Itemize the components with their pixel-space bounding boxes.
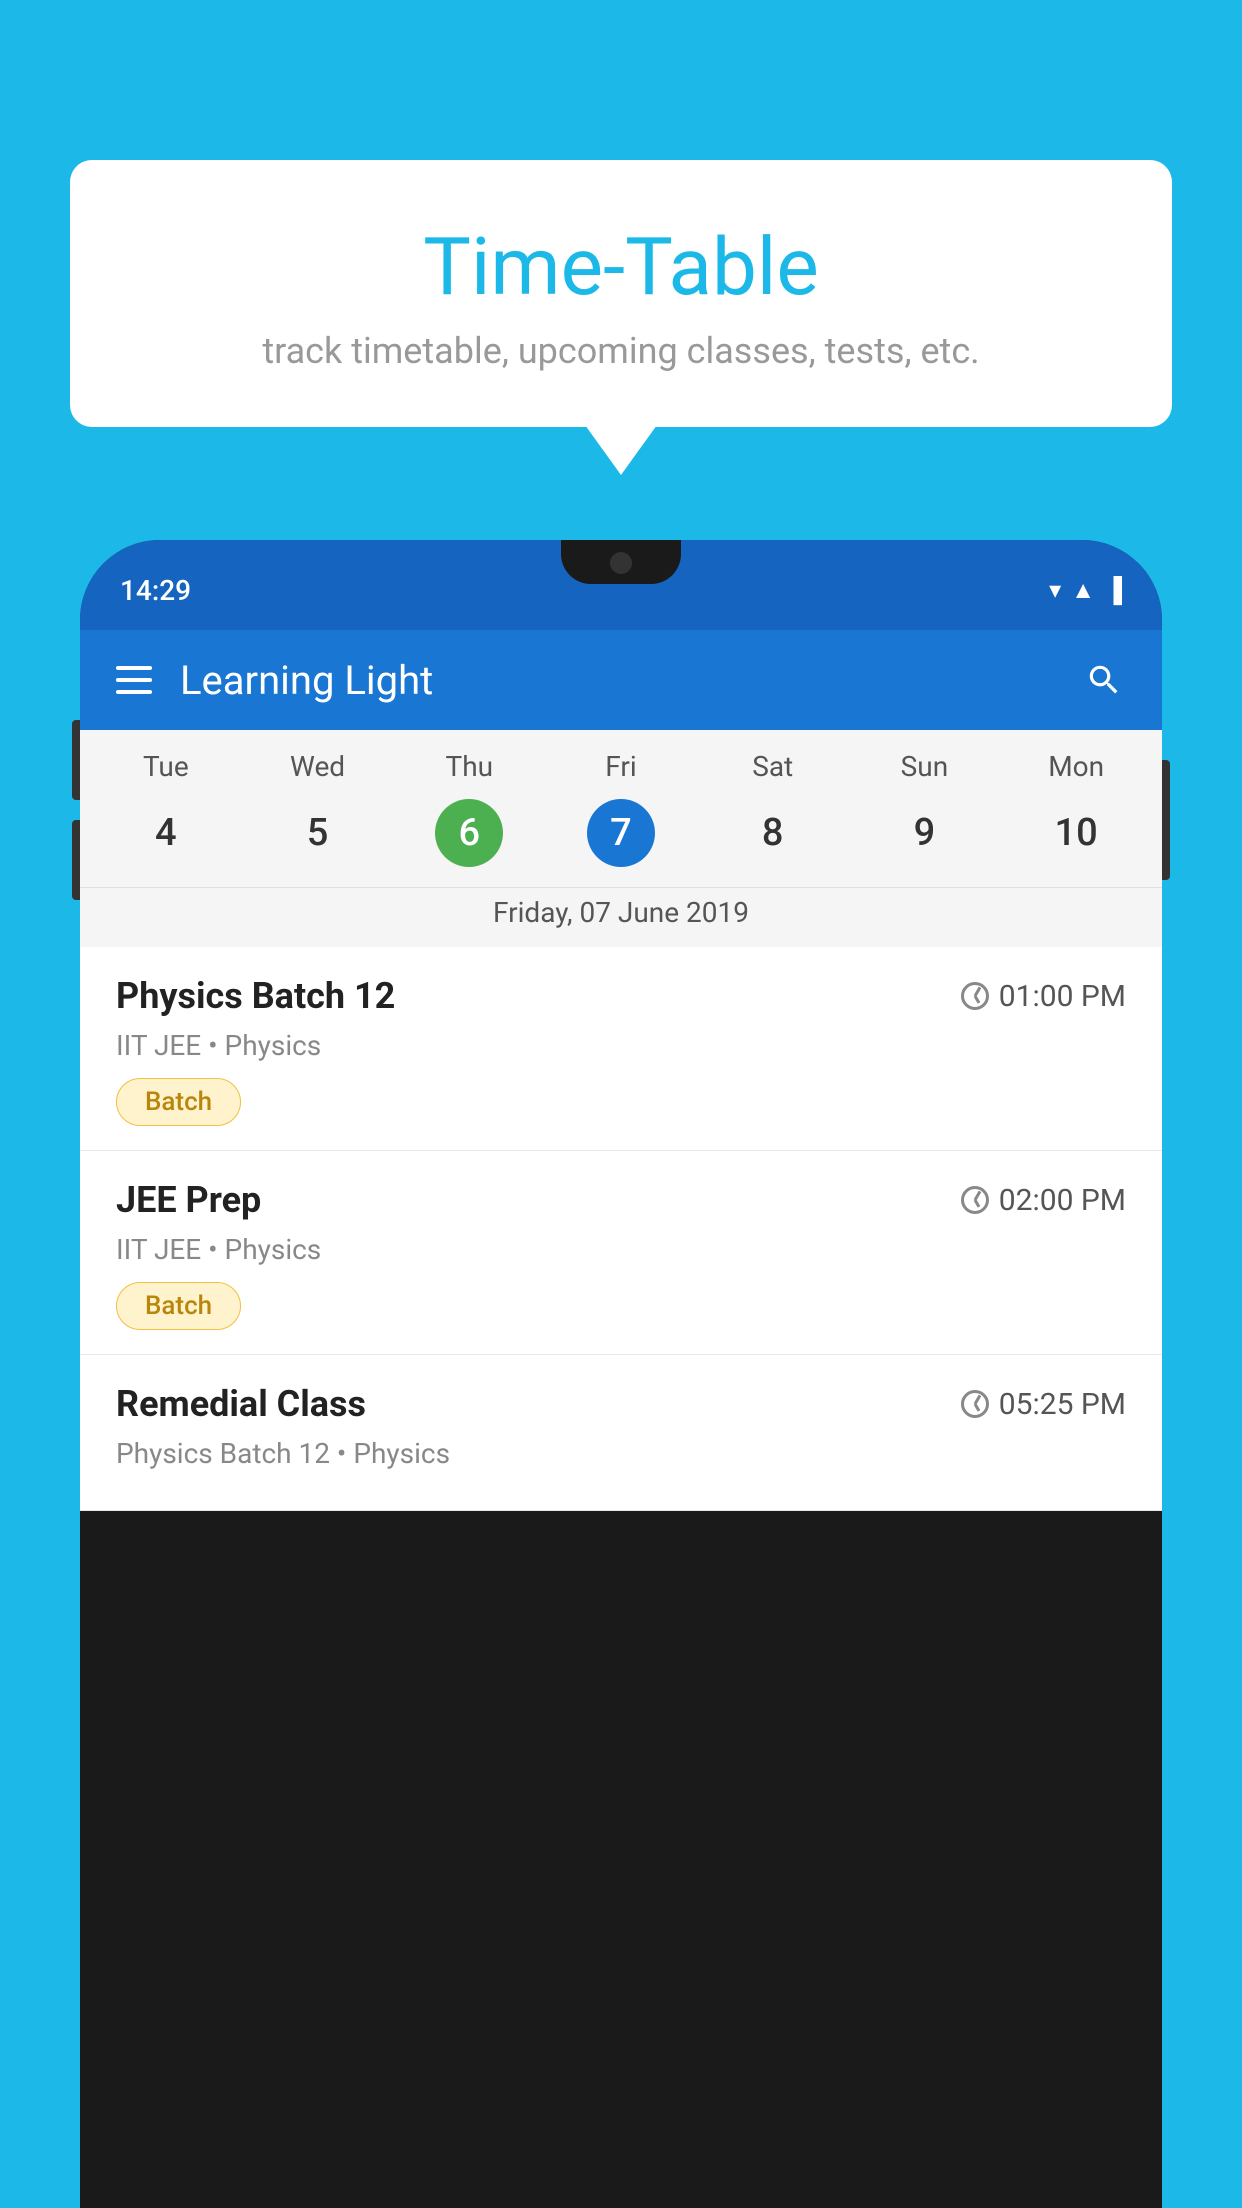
class-meta: IIT JEE • Physics: [116, 1029, 1126, 1062]
class-name: Remedial Class: [116, 1383, 366, 1425]
app-toolbar: Learning Light: [80, 630, 1162, 730]
phone-notch: [561, 540, 681, 584]
class-item-header: Remedial Class 05:25 PM: [116, 1383, 1126, 1425]
status-icons: ▾ ▲ ▐: [1049, 576, 1122, 605]
front-camera: [610, 552, 632, 574]
calendar-day-header: Wed: [242, 750, 394, 783]
calendar-date-number[interactable]: 6: [435, 799, 503, 867]
class-time: 01:00 PM: [961, 979, 1126, 1014]
clock-icon: [961, 1186, 989, 1214]
batch-badge: Batch: [116, 1078, 241, 1126]
wifi-icon: ▾: [1049, 576, 1061, 604]
hamburger-menu-button[interactable]: [116, 666, 152, 694]
selected-date-label: Friday, 07 June 2019: [80, 887, 1162, 947]
calendar-date-number[interactable]: 5: [242, 799, 394, 867]
calendar-day-header: Sat: [697, 750, 849, 783]
calendar-date-number[interactable]: 7: [587, 799, 655, 867]
status-time: 14:29: [120, 574, 191, 607]
class-time: 02:00 PM: [961, 1183, 1126, 1218]
app-title: Learning Light: [180, 657, 433, 704]
hamburger-line-1: [116, 666, 152, 670]
hamburger-line-3: [116, 690, 152, 694]
search-icon: [1085, 661, 1123, 699]
day-headers: TueWedThuFriSatSunMon: [80, 730, 1162, 791]
bubble-title: Time-Table: [110, 220, 1132, 314]
hamburger-line-2: [116, 678, 152, 682]
calendar-day-header: Sun: [849, 750, 1001, 783]
toolbar-left: Learning Light: [116, 657, 433, 704]
calendar-date-number[interactable]: 9: [849, 799, 1001, 867]
class-meta: IIT JEE • Physics: [116, 1233, 1126, 1266]
clock-icon: [961, 1390, 989, 1418]
class-time-text: 02:00 PM: [999, 1183, 1126, 1218]
signal-icon: ▲: [1071, 576, 1095, 605]
class-item-header: JEE Prep 02:00 PM: [116, 1179, 1126, 1221]
calendar-date-number[interactable]: 4: [90, 799, 242, 867]
calendar-day-header: Fri: [545, 750, 697, 783]
calendar-date-number[interactable]: 10: [1000, 799, 1152, 867]
clock-icon: [961, 982, 989, 1010]
class-item[interactable]: Remedial Class 05:25 PM Physics Batch 12 •…: [80, 1355, 1162, 1511]
speech-bubble-container: Time-Table track timetable, upcoming cla…: [70, 160, 1172, 427]
bubble-subtitle: track timetable, upcoming classes, tests…: [110, 330, 1132, 372]
class-item-header: Physics Batch 12 01:00 PM: [116, 975, 1126, 1017]
day-numbers: 456 78910: [80, 791, 1162, 887]
search-button[interactable]: [1082, 658, 1126, 702]
class-time: 05:25 PM: [961, 1387, 1126, 1422]
class-name: JEE Prep: [116, 1179, 261, 1221]
calendar-strip: TueWedThuFriSatSunMon 456 78910 Friday, 0…: [80, 730, 1162, 947]
batch-badge: Batch: [116, 1282, 241, 1330]
calendar-day-header: Mon: [1000, 750, 1152, 783]
calendar-date-number[interactable]: 8: [697, 799, 849, 867]
status-bar: 14:29 ▾ ▲ ▐: [80, 540, 1162, 630]
calendar-day-header: Tue: [90, 750, 242, 783]
class-name: Physics Batch 12: [116, 975, 395, 1017]
class-time-text: 05:25 PM: [999, 1387, 1126, 1422]
class-time-text: 01:00 PM: [999, 979, 1126, 1014]
calendar-day-header: Thu: [393, 750, 545, 783]
class-item[interactable]: Physics Batch 12 01:00 PM IIT JEE • Physic…: [80, 947, 1162, 1151]
phone-frame: 14:29 ▾ ▲ ▐ Learning Light TueWedThuFriS…: [80, 540, 1162, 2208]
speech-bubble: Time-Table track timetable, upcoming cla…: [70, 160, 1172, 427]
class-item[interactable]: JEE Prep 02:00 PM IIT JEE • Physics Batch: [80, 1151, 1162, 1355]
class-list: Physics Batch 12 01:00 PM IIT JEE • Physic…: [80, 947, 1162, 1511]
battery-icon: ▐: [1105, 576, 1122, 605]
class-meta: Physics Batch 12 • Physics: [116, 1437, 1126, 1470]
